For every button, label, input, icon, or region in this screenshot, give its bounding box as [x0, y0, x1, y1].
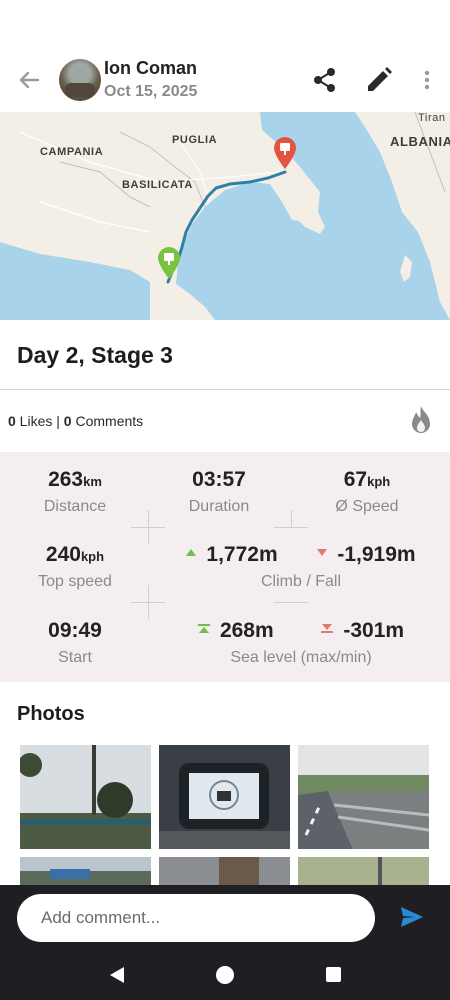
- edit-pencil-icon: [368, 67, 392, 91]
- start-label: Start: [58, 649, 92, 666]
- photo-thumbnail[interactable]: [159, 745, 290, 849]
- map-label-albania: ALBANIA: [390, 134, 450, 149]
- sea-level-max-icon: [197, 623, 210, 633]
- nav-home-icon[interactable]: [216, 966, 234, 984]
- end-marker-icon[interactable]: [273, 136, 297, 170]
- share-icon: [314, 68, 335, 92]
- stat-climb-fall: 1,772m -1,919m Climb / Fall: [170, 543, 432, 591]
- likes-label: Likes |: [15, 413, 64, 429]
- climb-value: 1,772m: [206, 543, 278, 566]
- back-arrow-icon: [19, 71, 40, 89]
- avg-speed-value: 67: [343, 468, 368, 491]
- stat-duration: 03:57 Duration: [154, 468, 284, 516]
- nav-recents-icon[interactable]: [326, 967, 341, 982]
- divider: [0, 389, 450, 390]
- sea-level-min-icon: [321, 623, 334, 633]
- fall-value: -1,919m: [337, 543, 416, 566]
- likes-comments-summary[interactable]: 0 Likes | 0 Comments: [8, 413, 143, 429]
- edit-button[interactable]: [364, 65, 394, 95]
- more-vertical-icon: [424, 70, 430, 90]
- photo-thumbnail[interactable]: [20, 857, 151, 885]
- likes-count: 0: [8, 413, 16, 429]
- more-options-button[interactable]: [418, 68, 436, 94]
- nav-back-icon[interactable]: [108, 966, 126, 984]
- map-label-tirana: Tiran: [418, 112, 446, 124]
- stat-avg-speed: 67kph Ø Speed: [302, 468, 432, 516]
- stat-distance: 263km Distance: [10, 468, 140, 516]
- top-speed-unit: kph: [80, 549, 105, 564]
- share-button[interactable]: [312, 66, 338, 94]
- stat-sea-level: 268m -301m Sea level (max/min): [170, 619, 432, 667]
- route-map[interactable]: PUGLIA CAMPANIA BASILICATA ALBANIA Tiran: [0, 112, 450, 320]
- stat-start: 09:49 Start: [10, 619, 140, 667]
- sea-level-min-value: -301m: [343, 619, 405, 642]
- photo-thumbnail[interactable]: [298, 745, 429, 849]
- avg-speed-label: Ø Speed: [335, 498, 399, 515]
- photo-thumbnail[interactable]: [298, 857, 429, 885]
- start-marker-icon[interactable]: [157, 246, 181, 280]
- activity-date: Oct 15, 2025: [104, 83, 198, 100]
- avatar[interactable]: [59, 59, 101, 101]
- back-button[interactable]: [14, 66, 44, 94]
- start-value: 09:49: [48, 619, 102, 642]
- duration-label: Duration: [188, 498, 250, 515]
- distance-label: Distance: [43, 498, 107, 515]
- map-label-puglia: PUGLIA: [172, 134, 218, 146]
- comments-label: Comments: [71, 413, 144, 429]
- comment-bar: [0, 885, 450, 951]
- map-canvas: [0, 112, 450, 320]
- comment-input[interactable]: [17, 894, 375, 942]
- climb-arrow-icon: [186, 548, 197, 556]
- photo-thumbnail[interactable]: [159, 857, 290, 885]
- top-speed-label: Top speed: [38, 573, 112, 590]
- stat-top-speed: 240kph Top speed: [10, 543, 140, 591]
- header: Ion Coman Oct 15, 2025: [0, 52, 450, 108]
- activity-title: Day 2, Stage 3: [17, 342, 173, 368]
- top-speed-value: 240: [45, 543, 81, 566]
- fall-arrow-icon: [317, 548, 328, 556]
- sea-level-label: Sea level (max/min): [230, 649, 372, 666]
- duration-value: 03:57: [192, 468, 246, 491]
- avg-speed-unit: kph: [367, 474, 391, 489]
- stats-panel: 263km Distance 03:57 Duration 67kph Ø Sp…: [0, 452, 450, 682]
- map-label-campania: CAMPANIA: [40, 146, 104, 158]
- photos-heading: Photos: [17, 703, 85, 725]
- climb-fall-label: Climb / Fall: [260, 573, 341, 590]
- distance-unit: km: [83, 474, 102, 489]
- comments-count: 0: [63, 413, 72, 429]
- sea-level-max-value: 268m: [219, 619, 274, 642]
- distance-value: 263: [48, 468, 84, 491]
- flame-icon[interactable]: [408, 404, 434, 436]
- map-label-basilicata: BASILICATA: [122, 179, 193, 191]
- system-navigation-bar: [0, 951, 450, 1000]
- user-name[interactable]: Ion Coman: [104, 58, 197, 79]
- send-icon[interactable]: [399, 905, 425, 929]
- photo-thumbnail[interactable]: [20, 745, 151, 849]
